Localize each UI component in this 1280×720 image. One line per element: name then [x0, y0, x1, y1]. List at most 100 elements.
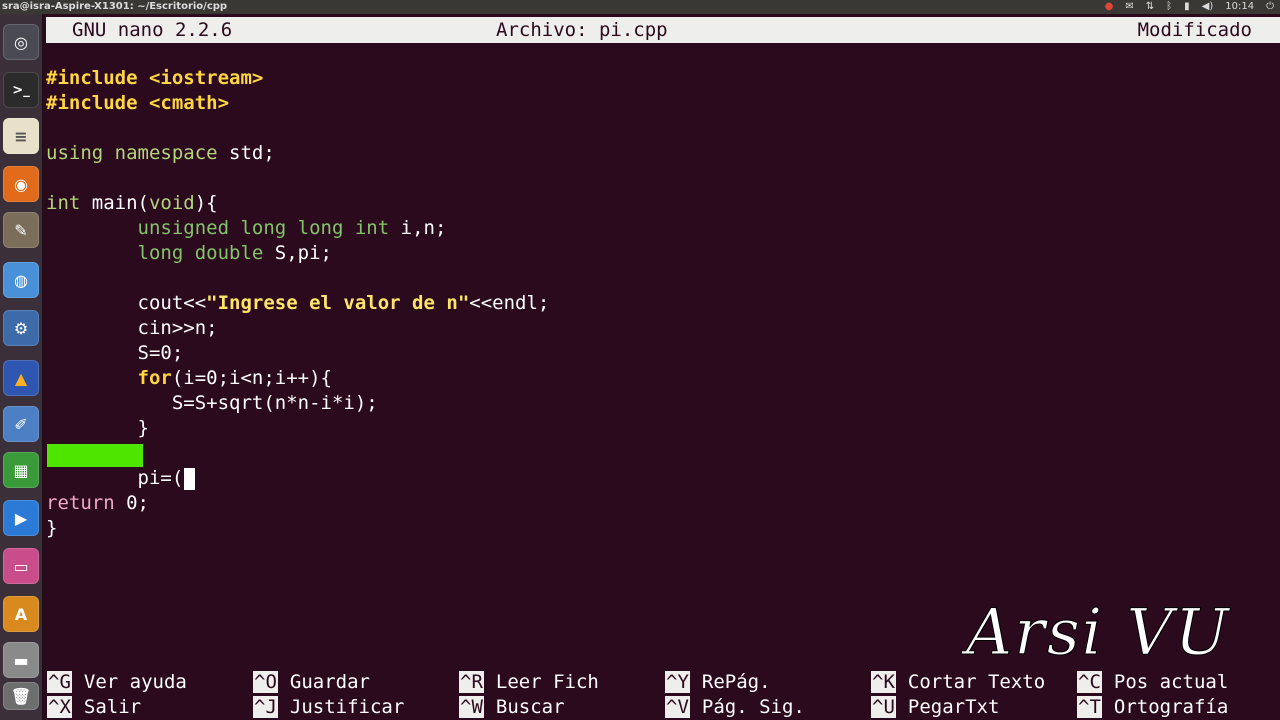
text-editor-icon[interactable]: ≡ [3, 118, 39, 154]
file-name: Archivo: pi.cpp [496, 19, 668, 41]
volume-icon[interactable]: ◀) [1202, 0, 1214, 14]
drive-icon[interactable]: ▬ [3, 642, 39, 678]
code-line: S=0; [46, 341, 1280, 366]
shortcut-key: ^O [253, 671, 278, 693]
trash-icon[interactable]: 🗑 [3, 682, 39, 710]
system-top-bar: sra@isra-Aspire-X1301: ~/Escritorio/cpp … [0, 0, 1280, 14]
code-line: #include <iostream> [46, 66, 1280, 91]
launcher: ◎ >_ ≡ ◉ ✎ ◍ ⚙ ▲ ✐ ▦ ▶ ▭ A ▬ 🗑 [0, 14, 43, 720]
software-center-icon[interactable]: A [3, 596, 39, 632]
firefox-icon[interactable]: ◉ [3, 166, 39, 202]
code-line: return 0; [46, 491, 1280, 516]
shortcut-key: ^Y [665, 671, 690, 693]
settings-icon[interactable]: ⚙ [3, 310, 39, 346]
shortcut-label: Salir [83, 696, 142, 718]
code-line: S=S+sqrt(n*n-i*i); [46, 391, 1280, 416]
shortcut-label: Guardar [289, 671, 370, 693]
shortcut-label: Ortografía [1113, 696, 1229, 718]
code-text: cin>>n; [137, 317, 218, 339]
shortcut-spell[interactable]: ^T Ortografía [1077, 695, 1228, 720]
code-type: unsigned long long int [137, 217, 390, 239]
flame-app-icon[interactable]: ▲ [3, 360, 39, 396]
code-line: int main(void){ [46, 191, 1280, 216]
shortcut-cur-pos[interactable]: ^C Pos actual [1077, 670, 1228, 695]
shortcut-read-file[interactable]: ^R Leer Fich [459, 670, 599, 695]
code-line: using namespace std; [46, 141, 1280, 166]
code-line: } [46, 416, 1280, 441]
shortcut-key: ^G [47, 671, 72, 693]
code-text: S=0; [137, 342, 184, 364]
shortcut-key: ^C [1077, 671, 1102, 693]
calc-icon[interactable]: ▦ [3, 452, 39, 488]
whitespace-highlight [47, 444, 143, 467]
include-directive: #include [46, 67, 138, 89]
code-line: cin>>n; [46, 316, 1280, 341]
modified-status: Modificado [1137, 19, 1252, 41]
window-title: sra@isra-Aspire-X1301: ~/Escritorio/cpp [2, 1, 228, 12]
mail-icon[interactable]: ✉ [1125, 0, 1133, 14]
shortcut-cut-text[interactable]: ^K Cortar Texto [871, 670, 1045, 695]
code-text: (i=0;i<n;i++){ [171, 367, 332, 389]
chromium-icon[interactable]: ◍ [3, 262, 39, 298]
shortcut-key: ^X [47, 696, 72, 718]
power-icon[interactable]: ⏻ [1266, 0, 1274, 14]
text-cursor [184, 467, 196, 490]
code-line: pi=( [46, 466, 1280, 491]
code-line: #include <cmath> [46, 91, 1280, 116]
code-area[interactable]: #include <iostream> #include <cmath> usi… [46, 66, 1280, 541]
code-text: } [46, 517, 58, 539]
code-text: <<endl; [469, 292, 550, 314]
shortcut-exit[interactable]: ^X Salir [47, 695, 141, 720]
record-icon[interactable]: ● [1105, 0, 1114, 14]
nano-version: GNU nano 2.2.6 [72, 19, 233, 41]
shortcut-prev-page[interactable]: ^Y RePág. [665, 670, 771, 695]
network-icon[interactable]: ⇅ [1146, 0, 1154, 14]
code-text: std; [217, 142, 275, 164]
dash-icon[interactable]: ◎ [3, 24, 39, 60]
code-keyword: for [137, 367, 172, 389]
code-line: long double S,pi; [46, 241, 1280, 266]
code-text: main( [80, 192, 149, 214]
shortcut-label: Justificar [289, 696, 405, 718]
shortcut-key: ^U [871, 696, 896, 718]
code-type: long double [137, 242, 264, 264]
shortcut-next-page[interactable]: ^V Pág. Sig. [665, 695, 805, 720]
code-text: pi=( [137, 467, 184, 489]
shortcut-paste[interactable]: ^U PegarTxt [871, 695, 999, 720]
shortcut-search[interactable]: ^W Buscar [459, 695, 565, 720]
media-player-icon[interactable]: ▶ [3, 500, 39, 536]
clock[interactable]: 10:14 [1225, 0, 1254, 14]
shortcut-key: ^K [871, 671, 896, 693]
shortcut-key: ^J [253, 696, 278, 718]
shortcut-justify[interactable]: ^J Justificar [253, 695, 404, 720]
code-text: S=S+sqrt(n*n-i*i); [171, 392, 378, 414]
shortcut-label: Leer Fich [495, 671, 599, 693]
shortcut-key: ^W [459, 696, 484, 718]
shortcut-label: PegarTxt [907, 696, 1000, 718]
code-text: S,pi; [263, 242, 332, 264]
include-directive: #include [46, 92, 138, 114]
terminal-icon[interactable]: >_ [3, 72, 39, 108]
gimp-icon[interactable]: ✎ [3, 212, 39, 248]
shortcut-label: Cortar Texto [907, 671, 1046, 693]
shortcut-key: ^T [1077, 696, 1102, 718]
shortcut-label: Pos actual [1113, 671, 1229, 693]
shortcut-label: Ver ayuda [83, 671, 187, 693]
presentation-icon[interactable]: ▭ [3, 548, 39, 584]
shortcut-save[interactable]: ^O Guardar [253, 670, 370, 695]
battery-icon[interactable]: ▮ [1184, 0, 1190, 14]
nano-titlebar: GNU nano 2.2.6 Archivo: pi.cpp Modificad… [46, 17, 1280, 43]
code-text: 0; [114, 492, 149, 514]
code-type: void [148, 192, 195, 214]
code-line: for(i=0;i<n;i++){ [46, 366, 1280, 391]
pen-app-icon[interactable]: ✐ [3, 406, 39, 442]
shortcut-help[interactable]: ^G Ver ayuda [47, 670, 187, 695]
shortcut-bar: ^G Ver ayuda ^O Guardar ^R Leer Fich ^Y RePá… [46, 670, 1280, 720]
bluetooth-icon[interactable]: ᛒ [1166, 0, 1172, 14]
code-line: } [46, 516, 1280, 541]
code-text: cout<< [137, 292, 207, 314]
